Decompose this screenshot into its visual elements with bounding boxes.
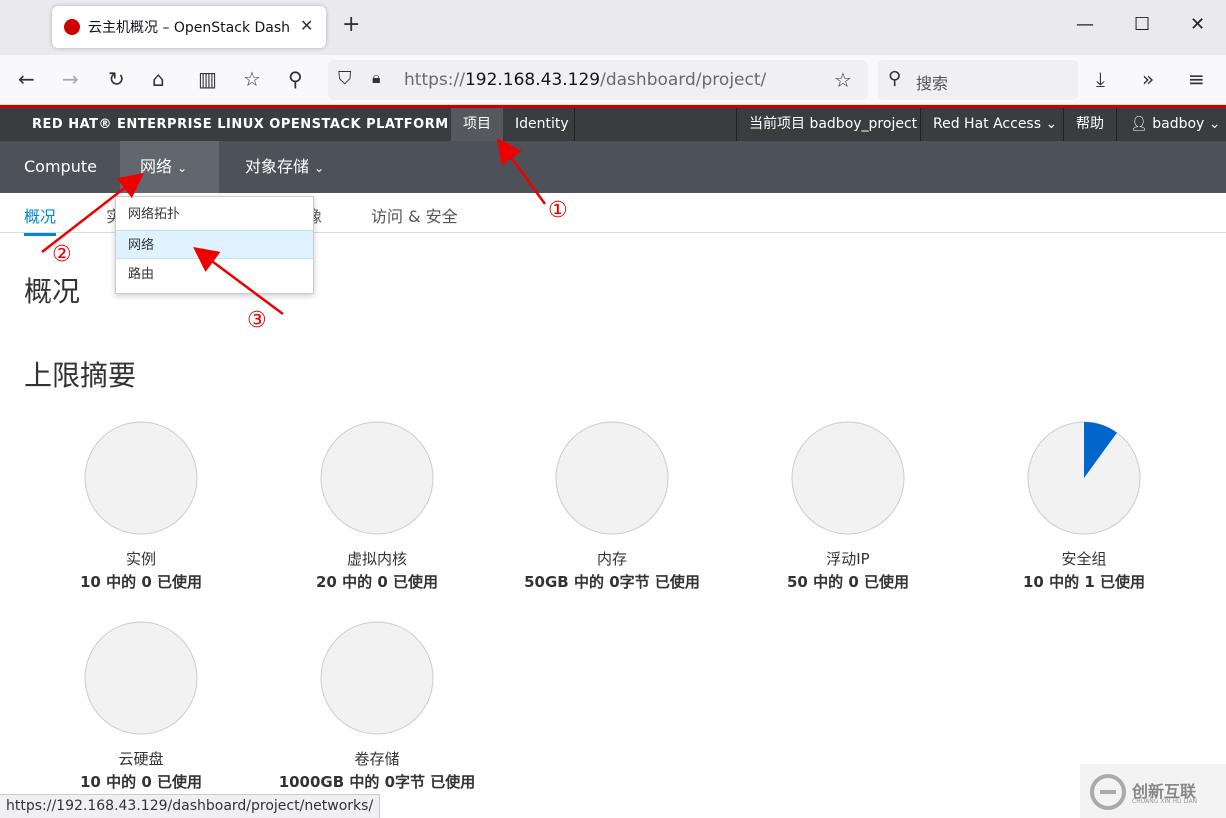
chevron-down-icon: ⌄ — [1045, 116, 1058, 132]
limit-usage: 1000GB 中的 0字节 已使用 — [278, 773, 476, 791]
openstack-top-bar: RED HAT® ENTERPRISE LINUX OPENSTACK PLAT… — [0, 108, 1226, 141]
help-link[interactable]: 帮助 — [1064, 108, 1116, 141]
tab-overview[interactable]: 概况 — [24, 203, 57, 236]
user-icon: 👤︎ — [1130, 116, 1148, 132]
menu-item-network-topology[interactable]: 网络拓扑 — [116, 200, 313, 229]
reader-icon[interactable]: ▥ — [198, 67, 217, 91]
limit-usage: 10 中的 1 已使用 — [1023, 573, 1145, 591]
tab-project[interactable]: 项目 — [451, 108, 503, 141]
nav-compute[interactable]: Compute — [24, 141, 97, 193]
reload-icon[interactable]: ↻ — [108, 67, 125, 91]
current-project-dropdown[interactable]: 当前项目 badboy_project — [737, 108, 929, 141]
search-icon[interactable]: ⚲ — [288, 67, 303, 91]
browser-tab-bar: 云主机概况 – OpenStack Dash ✕ + — ☐ ✕ — [0, 0, 1226, 55]
browser-tab[interactable]: 云主机概况 – OpenStack Dash ✕ — [52, 6, 326, 48]
limit-usage: 10 中的 0 已使用 — [80, 573, 202, 591]
redhat-favicon-icon — [64, 19, 80, 35]
home-icon[interactable]: ⌂ — [152, 67, 165, 91]
watermark-logo: 创新互联 CHUANG XIN HU LIAN — [1080, 764, 1226, 818]
close-window-icon[interactable]: ✕ — [1190, 14, 1205, 35]
pie-background — [84, 621, 198, 735]
pie-background — [791, 421, 905, 535]
overflow-icon[interactable]: » — [1142, 67, 1154, 91]
limit-label: 实例 — [125, 550, 156, 568]
annotation-marker-1: ① — [548, 198, 568, 223]
menu-item-routers[interactable]: 路由 — [116, 260, 313, 289]
bookmark-star-icon[interactable]: ☆ — [834, 68, 852, 92]
limit-label: 卷存储 — [354, 750, 400, 768]
network-dropdown-menu: 网络拓扑 网络 路由 — [115, 196, 314, 294]
limits-summary-title: 上限摘要 — [24, 359, 137, 392]
user-dropdown[interactable]: 👤︎ badboy ⌄ — [1118, 108, 1226, 141]
url-bar[interactable]: ⛉ 🔒︎ https://192.168.43.129/dashboard/pr… — [328, 60, 868, 100]
pie-background — [84, 421, 198, 535]
limit-usage: 50GB 中的 0字节 已使用 — [524, 573, 700, 591]
shield-icon: ⛉ — [338, 68, 352, 89]
url-text: https://192.168.43.129/dashboard/project… — [404, 70, 767, 90]
pie-background — [320, 421, 434, 535]
menu-icon[interactable]: ≡ — [1188, 67, 1205, 91]
menu-item-networks[interactable]: 网络 — [116, 230, 313, 259]
nav-object-storage[interactable]: 对象存储 ⌄ — [245, 141, 324, 193]
search-box[interactable]: ⚲ 搜索 — [878, 60, 1078, 100]
annotation-marker-3: ③ — [247, 308, 267, 333]
search-placeholder: 搜索 — [916, 74, 949, 93]
forward-icon[interactable]: → — [62, 67, 79, 91]
search-icon: ⚲ — [888, 68, 902, 89]
redhat-access-dropdown[interactable]: Red Hat Access ⌄ — [921, 108, 1069, 141]
pie-background — [555, 421, 669, 535]
lock-icon: 🔒︎ — [372, 68, 381, 87]
usage-pie-chart — [555, 421, 669, 535]
chevron-down-icon: ⌄ — [314, 161, 325, 175]
limit-label: 浮动IP — [826, 550, 870, 568]
limit-label: 内存 — [596, 550, 627, 568]
usage-pie-chart — [320, 421, 434, 535]
annotation-marker-2: ② — [52, 242, 72, 267]
download-icon[interactable]: ⤓ — [1096, 67, 1105, 91]
new-tab-button[interactable]: + — [342, 12, 360, 37]
tab-access-security[interactable]: 访问 & 安全 — [371, 203, 458, 227]
minimize-icon[interactable]: — — [1076, 14, 1094, 35]
status-bar-url: https://192.168.43.129/dashboard/project… — [0, 794, 381, 818]
watermark-subtext: CHUANG XIN HU LIAN — [1132, 798, 1198, 805]
usage-pie-chart — [320, 621, 434, 735]
tab-close-icon[interactable]: ✕ — [300, 16, 313, 35]
nav-network[interactable]: 网络 ⌄ — [120, 141, 219, 193]
chevron-down-icon: ⌄ — [1208, 116, 1221, 132]
limit-label: 安全组 — [1061, 550, 1107, 568]
tab-identity[interactable]: Identity — [503, 108, 581, 141]
back-icon[interactable]: ← — [18, 67, 35, 91]
watermark-logo-icon — [1090, 774, 1126, 810]
divider — [574, 108, 575, 141]
usage-pie-chart — [791, 421, 905, 535]
pie-background — [320, 621, 434, 735]
maximize-icon[interactable]: ☐ — [1134, 14, 1150, 35]
bookmarks-icon[interactable]: ☆ — [243, 67, 261, 91]
secondary-nav: Compute 网络 ⌄ 对象存储 ⌄ — [0, 141, 1226, 193]
tab-title: 云主机概况 – OpenStack Dash — [88, 20, 291, 36]
limit-usage: 10 中的 0 已使用 — [80, 773, 202, 791]
chevron-down-icon: ⌄ — [177, 161, 188, 175]
brand-logo-text: RED HAT® ENTERPRISE LINUX OPENSTACK PLAT… — [32, 117, 449, 132]
page-title: 概况 — [24, 275, 81, 308]
browser-nav-bar: ← → ↻ ⌂ ▥ ☆ ⚲ ⛉ 🔒︎ https://192.168.43.12… — [0, 55, 1226, 105]
limit-usage: 50 中的 0 已使用 — [787, 573, 909, 591]
limit-usage: 20 中的 0 已使用 — [316, 573, 438, 591]
usage-pie-chart — [84, 421, 198, 535]
limit-label: 云硬盘 — [118, 750, 164, 768]
usage-pie-chart — [1027, 421, 1141, 535]
limit-label: 虚拟内核 — [346, 550, 407, 568]
divider — [1116, 108, 1117, 141]
usage-pie-chart — [84, 621, 198, 735]
